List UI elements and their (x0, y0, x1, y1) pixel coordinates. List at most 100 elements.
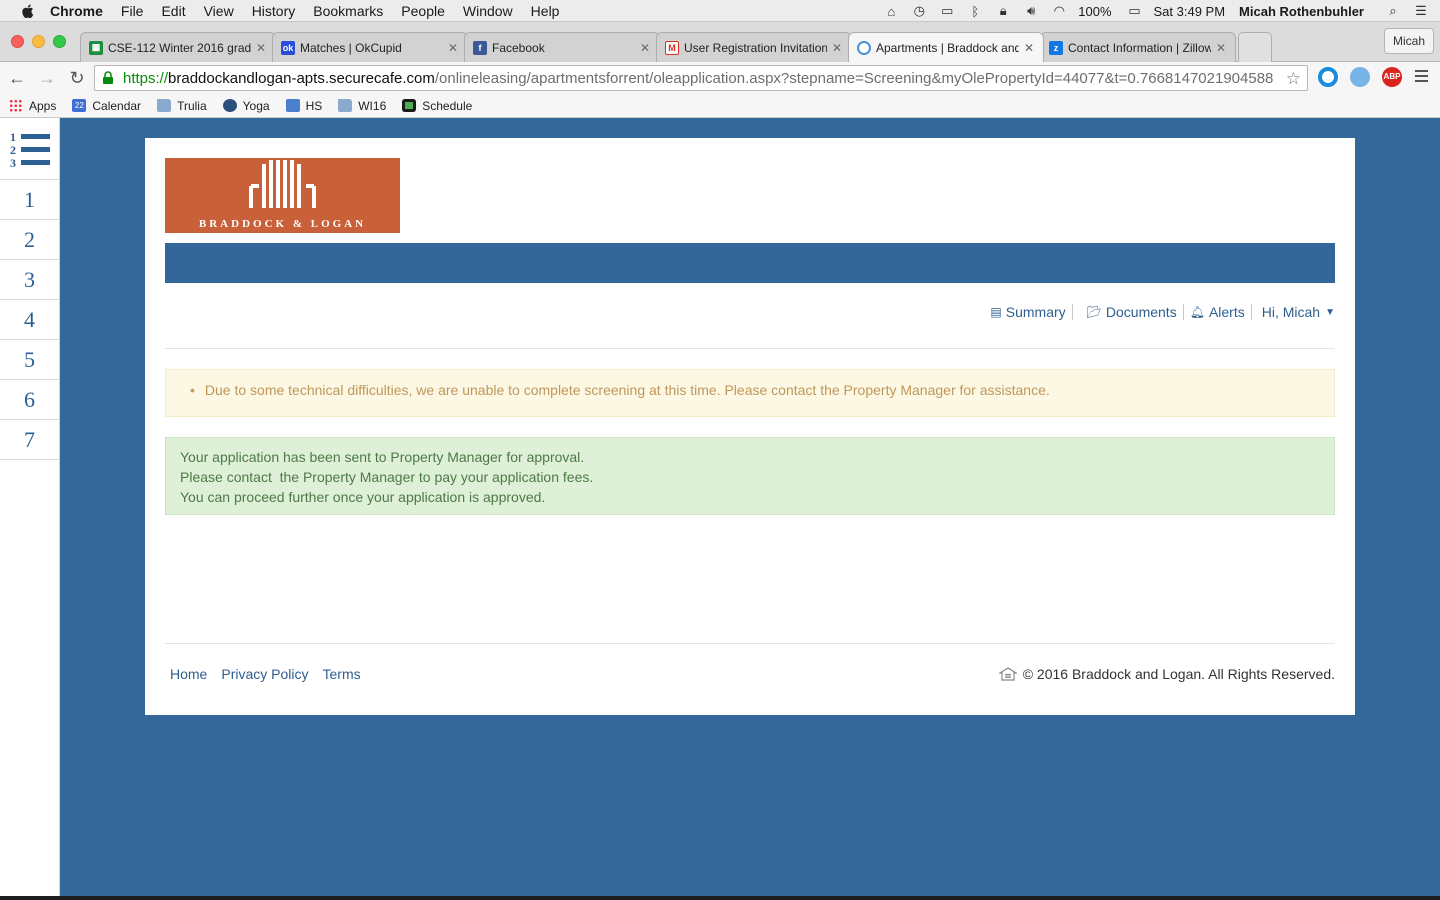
close-tab-icon[interactable]: ✕ (1215, 41, 1227, 55)
bookmarks-bar: Apps 22 Calendar Trulia Yoga HS WI16 Sch… (0, 94, 1440, 118)
wifi-icon[interactable]: ◠ (1050, 3, 1068, 18)
summary-link[interactable]: ▤ Summary (984, 304, 1071, 320)
bookmark-star-icon[interactable]: ☆ (1286, 69, 1301, 89)
footer-links: Home Privacy Policy Terms (170, 666, 375, 682)
tab-title: CSE-112 Winter 2016 grad (108, 40, 251, 55)
bookmark-trulia[interactable]: Trulia (157, 99, 207, 113)
step-1[interactable]: 1 (0, 180, 59, 220)
home-icon[interactable]: ⌂ (882, 4, 900, 19)
svg-text:3: 3 (10, 156, 16, 169)
back-icon[interactable]: ← (4, 65, 30, 91)
user-menu-dropdown[interactable]: Hi, Micah ▼ (1252, 304, 1335, 320)
steps-list-icon[interactable]: 1 2 3 (0, 118, 59, 180)
browser-tab[interactable]: ok Matches | OkCupid ✕ (272, 32, 468, 62)
facebook-icon: f (473, 40, 487, 55)
time-machine-icon[interactable]: ◷ (910, 3, 928, 18)
menu-view[interactable]: View (204, 3, 234, 19)
bookmark-schedule[interactable]: Schedule (402, 99, 472, 113)
menu-file[interactable]: File (121, 3, 144, 19)
tab-title: User Registration Invitation (684, 40, 827, 55)
lock-icon[interactable]: 🔒︎ (994, 3, 1012, 18)
braddock-logan-logo[interactable]: BRADDOCK & LOGAN (165, 158, 400, 233)
folder-icon (338, 99, 353, 112)
close-tab-icon[interactable]: ✕ (255, 41, 267, 55)
bookmark-wi16[interactable]: WI16 (338, 99, 386, 113)
close-tab-icon[interactable]: ✕ (831, 41, 843, 55)
extension-circle-icon[interactable] (1318, 67, 1338, 87)
menubar-user[interactable]: Micah Rothenbuhler (1239, 4, 1364, 19)
divider (165, 348, 1335, 349)
step-3[interactable]: 3 (0, 260, 59, 300)
folder-open-icon: 📂︎ (1086, 305, 1102, 319)
numbered-list-icon: 1 2 3 (10, 130, 50, 169)
menu-app-name[interactable]: Chrome (50, 3, 103, 19)
bookmark-apps[interactable]: Apps (9, 99, 56, 113)
reload-icon[interactable]: ↻ (64, 65, 90, 91)
step-5[interactable]: 5 (0, 340, 59, 380)
browser-tab-active[interactable]: Apartments | Braddock and ✕ (848, 32, 1044, 62)
footer-home-link[interactable]: Home (170, 666, 207, 682)
list-bullet: • (190, 382, 195, 398)
forward-icon[interactable]: → (34, 65, 60, 91)
close-tab-icon[interactable]: ✕ (639, 41, 651, 55)
adblock-plus-icon[interactable]: ABP (1382, 67, 1402, 87)
bookmark-yoga[interactable]: Yoga (222, 99, 270, 113)
browser-tab[interactable]: f Facebook ✕ (464, 32, 660, 62)
copyright-text: © 2016 Braddock and Logan. All Rights Re… (1022, 666, 1335, 682)
menu-people[interactable]: People (401, 3, 445, 19)
bookmark-calendar[interactable]: 22 Calendar (72, 99, 141, 113)
browser-tab[interactable]: z Contact Information | Zillow ✕ (1040, 32, 1236, 62)
extension-bird-icon[interactable] (1350, 67, 1370, 87)
volume-icon[interactable]: 🔊︎ (1022, 3, 1040, 18)
apps-grid-icon (9, 99, 23, 112)
menu-history[interactable]: History (252, 3, 296, 19)
close-tab-icon[interactable]: ✕ (447, 41, 459, 55)
step-4[interactable]: 4 (0, 300, 59, 340)
svg-text:1: 1 (10, 130, 16, 144)
menu-window[interactable]: Window (463, 3, 513, 19)
step-2[interactable]: 2 (0, 220, 59, 260)
close-tab-icon[interactable]: ✕ (1023, 41, 1035, 55)
battery-percent[interactable]: 100% (1078, 4, 1111, 19)
menu-help[interactable]: Help (531, 3, 560, 19)
tab-list: ▦ CSE-112 Winter 2016 grad ✕ ok Matches … (80, 32, 1272, 62)
browser-tab[interactable]: M User Registration Invitation ✕ (656, 32, 852, 62)
address-bar[interactable]: https://braddockandlogan-apts.securecafe… (94, 65, 1308, 91)
menu-bookmarks[interactable]: Bookmarks (313, 3, 383, 19)
apple-logo-icon[interactable] (20, 3, 36, 19)
tab-title: Matches | OkCupid (300, 40, 402, 55)
bookmark-hs[interactable]: HS (285, 99, 322, 113)
browser-tab[interactable]: ▦ CSE-112 Winter 2016 grad ✕ (80, 32, 276, 62)
step-6[interactable]: 6 (0, 380, 59, 420)
zoom-window-button[interactable] (53, 35, 66, 48)
close-window-button[interactable] (11, 35, 24, 48)
success-line: You can proceed further once your applic… (180, 489, 546, 505)
footer-privacy-link[interactable]: Privacy Policy (221, 666, 308, 682)
alerts-label: Alerts (1208, 304, 1245, 320)
minimize-window-button[interactable] (32, 35, 45, 48)
secure-lock-icon[interactable] (101, 71, 115, 85)
profile-button[interactable]: Micah (1383, 28, 1434, 54)
zillow-icon: z (1049, 40, 1063, 55)
bluetooth-icon[interactable]: ᛒ (966, 4, 984, 19)
notification-center-icon[interactable]: ☰ (1412, 3, 1430, 18)
bookmark-label: WI16 (358, 98, 387, 113)
new-tab-button[interactable] (1238, 32, 1272, 62)
step-7[interactable]: 7 (0, 420, 59, 460)
spotlight-search-icon[interactable]: ⌕ (1384, 3, 1402, 18)
warning-message: Due to some technical difficulties, we a… (204, 382, 1050, 398)
menubar-clock[interactable]: Sat 3:49 PM (1154, 4, 1226, 19)
chrome-menu-icon[interactable] (1415, 70, 1428, 85)
airplay-icon[interactable]: ▭ (938, 3, 956, 18)
footer-terms-link[interactable]: Terms (323, 666, 361, 682)
tab-title: Contact Information | Zillow (1068, 40, 1211, 55)
documents-link[interactable]: 📂︎ Documents (1081, 304, 1183, 320)
nav-divider (1071, 304, 1073, 320)
application-card: BRADDOCK & LOGAN ▤ Summary 📂︎ Documents … (145, 138, 1355, 715)
battery-icon[interactable]: ▭ (1126, 3, 1144, 18)
okcupid-icon: ok (281, 40, 295, 55)
alerts-link[interactable]: 🔔︎ Alerts (1184, 304, 1251, 320)
url-host: braddockandlogan-apts.securecafe.com (168, 69, 435, 87)
menu-edit[interactable]: Edit (161, 3, 185, 19)
bookmark-label: Calendar (92, 98, 142, 113)
